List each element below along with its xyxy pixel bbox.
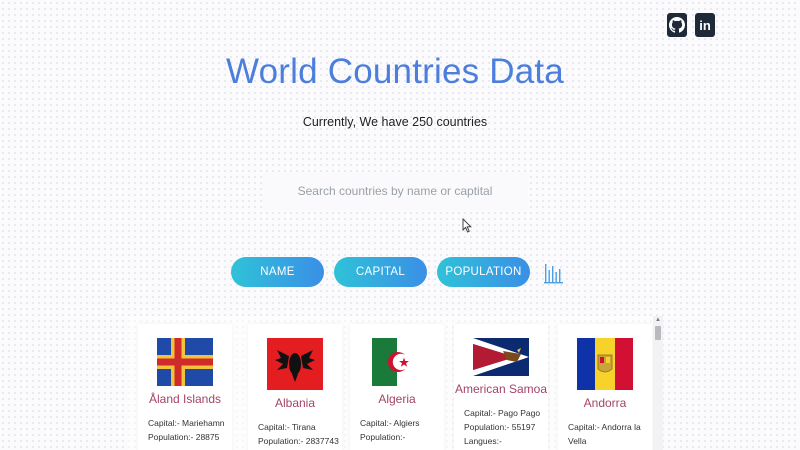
country-info: Capital:- Andorra la Vella xyxy=(568,420,652,448)
country-info: Capital:- Pago Pago Population:- 55197 L… xyxy=(464,406,548,448)
countries-grid[interactable]: Åland Islands Capital:- Mariehamn Popula… xyxy=(128,316,663,450)
github-icon xyxy=(669,17,685,33)
country-card[interactable]: Albania Capital:- Tirana Population:- 28… xyxy=(248,324,342,450)
country-name: Albania xyxy=(274,396,316,410)
country-card[interactable]: Andorra Capital:- Andorra la Vella xyxy=(558,324,652,450)
page-title: World Countries Data xyxy=(226,52,564,91)
country-name: American Samoa xyxy=(454,382,548,396)
country-count-text: Currently, We have 250 countries xyxy=(302,115,488,129)
search-input[interactable] xyxy=(262,172,528,210)
linkedin-icon: in xyxy=(699,17,711,33)
country-population: Population:- 55197 xyxy=(464,422,536,432)
country-capital: Capital:- Pago Pago xyxy=(464,408,541,418)
sort-by-name-button[interactable]: NAME xyxy=(231,257,324,287)
country-capital: Capital:- Mariehamn xyxy=(148,418,225,428)
linkedin-link[interactable]: in xyxy=(695,13,715,37)
flag-albania xyxy=(267,338,323,390)
country-info: Capital:- Algiers Population:- xyxy=(360,416,444,444)
country-info: Capital:- Tirana Population:- 2837743 xyxy=(258,420,342,448)
country-population: Population:- 2837743 xyxy=(258,436,339,446)
country-population: Population:- xyxy=(360,432,406,442)
flag-american-samoa xyxy=(473,338,529,376)
country-capital: Capital:- Andorra la xyxy=(568,422,641,432)
country-name: Algeria xyxy=(378,392,416,406)
country-population: Vella xyxy=(568,436,587,446)
grid-scrollbar[interactable]: ▲ xyxy=(653,316,663,450)
flag-aland-islands xyxy=(157,338,213,386)
country-name: Andorra xyxy=(583,396,627,410)
social-links: in xyxy=(667,13,715,37)
country-capital: Capital:- Algiers xyxy=(360,418,420,428)
country-languages: Langues:- xyxy=(464,436,502,446)
country-card[interactable]: American Samoa Capital:- Pago Pago Popul… xyxy=(454,324,548,450)
flag-andorra xyxy=(577,338,633,390)
sort-by-capital-button[interactable]: CAPITAL xyxy=(334,257,427,287)
sort-controls: NAME CAPITAL POPULATION xyxy=(231,257,564,287)
scroll-up-arrow-icon[interactable]: ▲ xyxy=(655,317,661,323)
flag-algeria xyxy=(372,338,422,386)
github-link[interactable] xyxy=(667,13,687,37)
scroll-thumb[interactable] xyxy=(655,326,661,340)
mouse-pointer-icon xyxy=(462,218,472,233)
country-info: Capital:- Mariehamn Population:- 28875 xyxy=(148,416,232,444)
country-card[interactable]: Algeria Capital:- Algiers Population:- xyxy=(350,324,444,450)
country-card[interactable]: Åland Islands Capital:- Mariehamn Popula… xyxy=(138,324,232,450)
country-capital: Capital:- Tirana xyxy=(258,422,316,432)
country-name: Åland Islands xyxy=(148,392,222,406)
bar-chart-icon[interactable] xyxy=(544,260,564,284)
country-population: Population:- 28875 xyxy=(148,432,220,442)
sort-by-population-button[interactable]: POPULATION xyxy=(437,257,530,287)
